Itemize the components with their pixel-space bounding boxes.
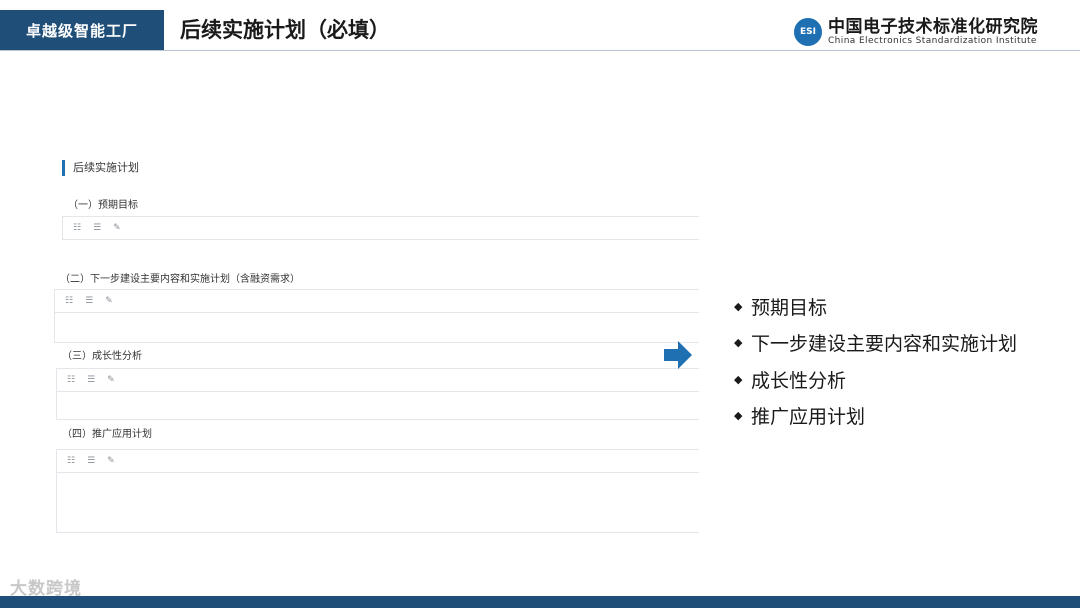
diamond-bullet-icon: ◆ [734, 336, 743, 350]
editor-toolbar: ☷ ☰ ✎ [63, 217, 699, 240]
section-tag: 卓越级智能工厂 [0, 10, 164, 51]
logo-english-name: China Electronics Standardization Instit… [828, 36, 1037, 46]
unordered-list-icon[interactable]: ☰ [87, 375, 95, 385]
summary-item-label: 预期目标 [751, 296, 828, 319]
header-divider [0, 50, 1080, 51]
editor-toolbar: ☷ ☰ ✎ [57, 369, 699, 392]
diamond-bullet-icon: ◆ [734, 299, 743, 313]
form-heading: 后续实施计划 [62, 160, 139, 176]
editor-toolbar: ☷ ☰ ✎ [55, 290, 699, 313]
right-arrow-icon [664, 341, 692, 369]
unordered-list-icon[interactable]: ☰ [85, 296, 93, 306]
list-item: ◆ 推广应用计划 [734, 398, 1017, 435]
editor-toolbar: ☷ ☰ ✎ [57, 450, 699, 473]
unordered-list-icon[interactable]: ☰ [87, 456, 95, 466]
list-item: ◆ 成长性分析 [734, 361, 1017, 398]
section-label-expected-goals: （一）预期目标 [68, 200, 138, 211]
edit-icon[interactable]: ✎ [107, 456, 115, 466]
summary-item-label: 推广应用计划 [751, 406, 866, 429]
esi-logo-icon: ESI [794, 18, 822, 46]
editor-next-steps[interactable]: ☷ ☰ ✎ [54, 289, 699, 343]
page-title: 后续实施计划（必填） [180, 18, 390, 42]
edit-icon[interactable]: ✎ [107, 375, 115, 385]
diamond-bullet-icon: ◆ [734, 372, 743, 386]
ordered-list-icon[interactable]: ☷ [67, 375, 75, 385]
list-item: ◆ 下一步建设主要内容和实施计划 [734, 325, 1017, 362]
section-label-next-steps: （二）下一步建设主要内容和实施计划（含融资需求） [60, 274, 300, 285]
edit-icon[interactable]: ✎ [113, 223, 121, 233]
editor-promotion-plan[interactable]: ☷ ☰ ✎ [56, 449, 699, 533]
list-item: ◆ 预期目标 [734, 288, 1017, 325]
editor-expected-goals[interactable]: ☷ ☰ ✎ [62, 216, 699, 240]
editor-growth-analysis[interactable]: ☷ ☰ ✎ [56, 368, 699, 420]
summary-item-label: 下一步建设主要内容和实施计划 [751, 333, 1018, 356]
ordered-list-icon[interactable]: ☷ [65, 296, 73, 306]
implementation-plan-form: 后续实施计划 （一）预期目标 ☷ ☰ ✎ （二）下一步建设主要内容和实施计划（含… [54, 150, 699, 540]
section-label-promotion-plan: （四）推广应用计划 [62, 429, 152, 440]
summary-list: ◆ 预期目标 ◆ 下一步建设主要内容和实施计划 ◆ 成长性分析 ◆ 推广应用计划 [734, 288, 1017, 434]
diamond-bullet-icon: ◆ [734, 409, 743, 423]
ordered-list-icon[interactable]: ☷ [73, 223, 81, 233]
institute-logo: ESI 中国电子技术标准化研究院 China Electronics Stand… [794, 16, 1038, 48]
ordered-list-icon[interactable]: ☷ [67, 456, 75, 466]
edit-icon[interactable]: ✎ [105, 296, 113, 306]
slide-header: 卓越级智能工厂 后续实施计划（必填） ESI 中国电子技术标准化研究院 Chin… [0, 0, 1080, 52]
logo-chinese-name: 中国电子技术标准化研究院 [828, 17, 1038, 37]
footer-bar [0, 596, 1080, 608]
section-label-growth-analysis: （三）成长性分析 [62, 351, 142, 362]
summary-item-label: 成长性分析 [751, 369, 847, 392]
unordered-list-icon[interactable]: ☰ [93, 223, 101, 233]
